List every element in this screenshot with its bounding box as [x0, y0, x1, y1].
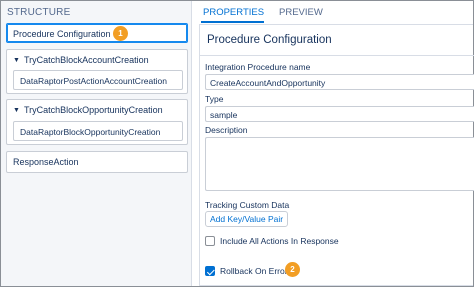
structure-item-procedure-configuration[interactable]: Procedure Configuration 1 [6, 23, 188, 43]
tab-preview[interactable]: PREVIEW [279, 7, 323, 18]
tab-properties[interactable]: PROPERTIES [203, 7, 264, 18]
properties-panel: PROPERTIES PREVIEW Procedure Configurati… [193, 1, 474, 286]
rollback-on-error-checkbox[interactable] [205, 266, 215, 276]
structure-item-response-action[interactable]: ResponseAction [6, 151, 188, 173]
properties-card: Procedure Configuration Integration Proc… [199, 24, 474, 286]
structure-child-label: DataRaptorPostActionAccountCreation [20, 76, 167, 86]
divider [200, 55, 474, 56]
structure-item-label: Procedure Configuration [13, 29, 111, 39]
structure-group-header[interactable]: ▼ TryCatchBlockOpportunityCreation [13, 105, 163, 115]
integration-procedure-name-value: CreateAccountAndOpportunity [210, 78, 326, 88]
active-tab-indicator [201, 21, 264, 23]
include-all-actions-checkbox[interactable] [205, 236, 215, 246]
structure-group-account[interactable]: ▼ TryCatchBlockAccountCreation DataRaptor… [6, 49, 188, 94]
tracking-custom-data-label: Tracking Custom Data [205, 200, 290, 210]
step-badge-1: 1 [113, 26, 128, 41]
structure-group-header[interactable]: ▼ TryCatchBlockAccountCreation [13, 55, 149, 65]
rollback-on-error-label: Rollback On Error [220, 266, 288, 276]
chevron-down-icon[interactable]: ▼ [13, 107, 20, 114]
tab-bar: PROPERTIES PREVIEW [193, 1, 473, 23]
structure-group-label: TryCatchBlockOpportunityCreation [23, 105, 163, 115]
type-value: sample [210, 110, 238, 120]
properties-heading: Procedure Configuration [207, 34, 332, 46]
structure-title: STRUCTURE [7, 7, 71, 18]
structure-item-label: ResponseAction [13, 157, 79, 167]
structure-child-dataraptor-account[interactable]: DataRaptorPostActionAccountCreation [13, 70, 183, 90]
structure-panel: STRUCTURE Procedure Configuration 1 ▼ Try… [1, 1, 192, 286]
type-field[interactable]: sample [205, 106, 474, 122]
structure-group-label: TryCatchBlockAccountCreation [23, 55, 149, 65]
include-all-actions-label: Include All Actions In Response [220, 236, 339, 246]
chevron-down-icon[interactable]: ▼ [13, 57, 20, 64]
description-textarea[interactable] [205, 137, 474, 191]
step-badge-2: 2 [285, 262, 300, 277]
structure-group-opportunity[interactable]: ▼ TryCatchBlockOpportunityCreation DataRa… [6, 99, 188, 145]
integration-procedure-name-label: Integration Procedure name [205, 62, 311, 72]
integration-procedure-name-field[interactable]: CreateAccountAndOpportunity [205, 74, 474, 90]
description-label: Description [205, 125, 248, 135]
structure-child-label: DataRaptorBlockOpportunityCreation [20, 127, 161, 137]
structure-child-dataraptor-opportunity[interactable]: DataRaptorBlockOpportunityCreation [13, 121, 183, 141]
type-label: Type [205, 94, 224, 104]
add-key-value-pair-button[interactable]: Add Key/Value Pair [205, 211, 289, 227]
